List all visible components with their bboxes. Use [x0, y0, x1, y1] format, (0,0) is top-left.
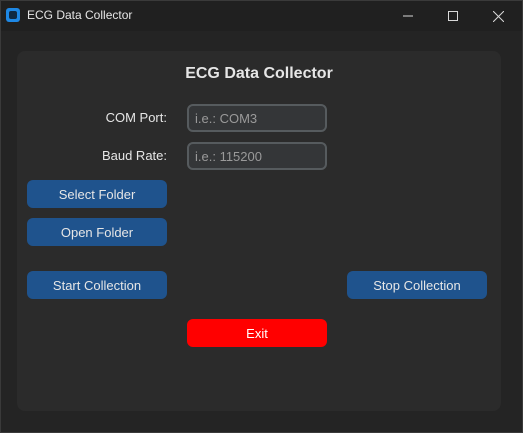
window-title: ECG Data Collector [27, 8, 133, 22]
stop-collection-button[interactable]: Stop Collection [347, 271, 487, 299]
minimize-button[interactable] [385, 1, 431, 31]
minimize-icon [403, 15, 413, 17]
close-button[interactable] [475, 1, 521, 31]
baud-rate-label: Baud Rate: [101, 148, 167, 163]
com-port-label: COM Port: [105, 110, 167, 125]
maximize-button[interactable] [430, 1, 476, 31]
com-port-input[interactable] [187, 104, 327, 132]
exit-button[interactable]: Exit [187, 319, 327, 347]
close-icon [492, 10, 504, 22]
maximize-icon [448, 11, 458, 21]
app-window: ECG Data Collector ECG Data Collector CO… [0, 0, 523, 433]
title-bar[interactable]: ECG Data Collector [1, 1, 522, 31]
main-panel: ECG Data Collector COM Port: Baud Rate: … [17, 51, 501, 411]
app-icon [6, 8, 20, 22]
baud-rate-input[interactable] [187, 142, 327, 170]
start-collection-button[interactable]: Start Collection [27, 271, 167, 299]
open-folder-button[interactable]: Open Folder [27, 218, 167, 246]
page-title: ECG Data Collector [185, 65, 333, 82]
select-folder-button[interactable]: Select Folder [27, 180, 167, 208]
